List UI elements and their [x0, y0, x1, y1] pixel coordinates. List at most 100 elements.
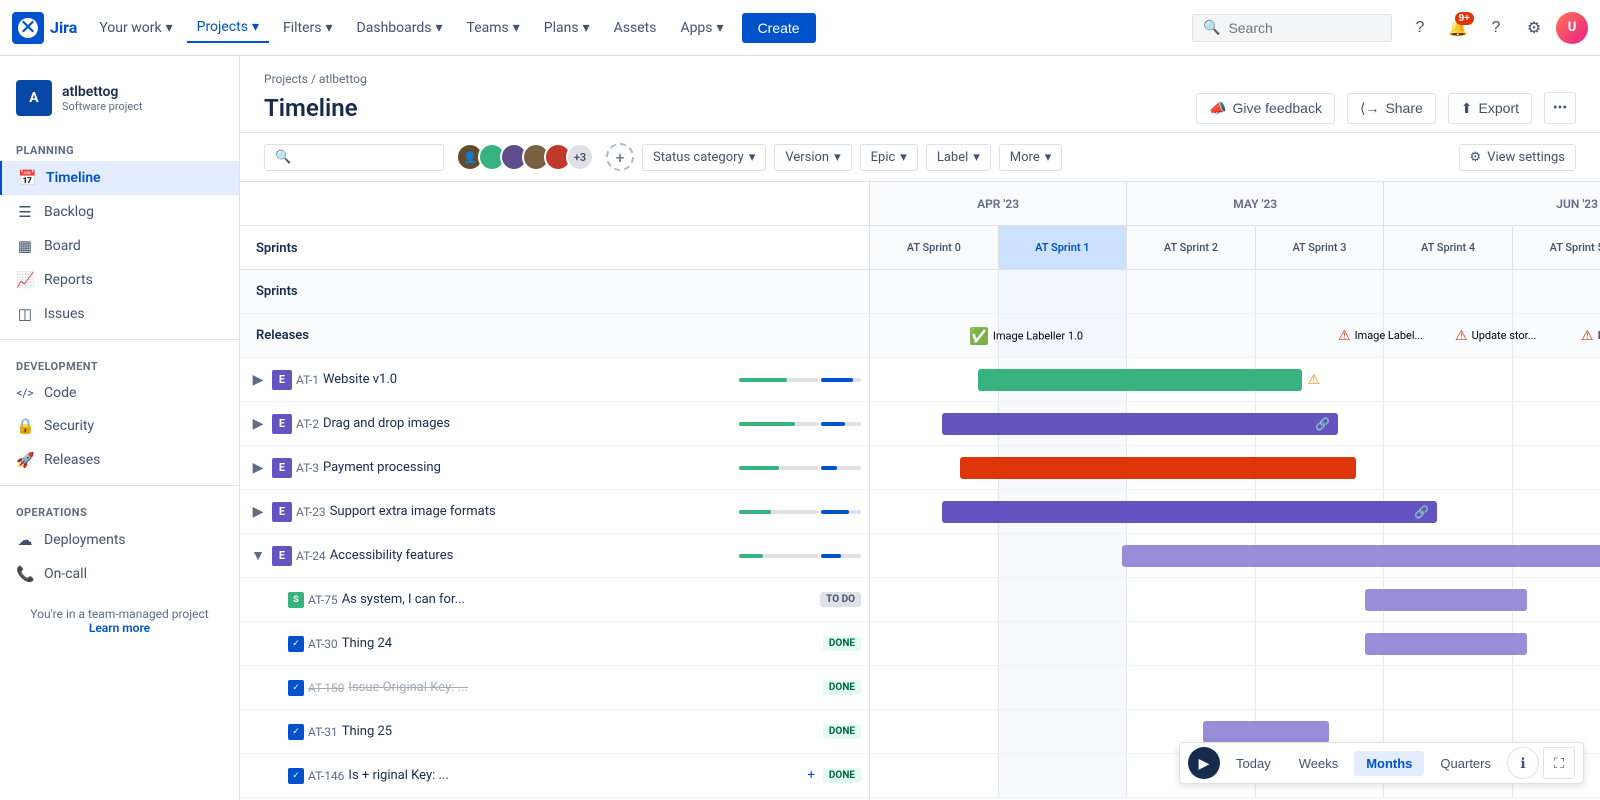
nav-filters[interactable]: Filters ▾	[273, 14, 343, 42]
item-label-at1: Website v1.0	[323, 372, 735, 387]
help-circle-button[interactable]: ?	[1404, 12, 1436, 44]
bar-at1[interactable]: ⚠	[978, 369, 1302, 391]
bar-at30[interactable]	[1365, 633, 1527, 655]
add-member-button[interactable]: +	[606, 143, 634, 171]
release-marker-4[interactable]: ⚠ Image Labeller 3.0	[1581, 328, 1600, 344]
gantt-row-at75	[870, 578, 1600, 622]
user-avatar[interactable]: U	[1556, 12, 1588, 44]
share-button[interactable]: ⟨→ Share	[1347, 93, 1436, 124]
sidebar-item-board[interactable]: ▦ Board	[0, 229, 239, 263]
release-marker-2[interactable]: ⚠ Image Label...	[1338, 328, 1423, 344]
expand-at23[interactable]: ▶	[248, 502, 268, 522]
child-row-at75[interactable]: S AT-75 As system, I can for... TO DO	[240, 578, 869, 622]
feedback-button[interactable]: 📣 Give feedback	[1196, 93, 1335, 124]
deployments-icon: ☁	[16, 531, 34, 549]
learn-more-link[interactable]: Learn more	[89, 621, 150, 635]
expand-at3[interactable]: ▶	[248, 458, 268, 478]
project-header[interactable]: A atlbettog Software project	[0, 72, 239, 132]
sidebar-item-releases[interactable]: 🚀 Releases	[0, 443, 239, 477]
filter-more[interactable]: More ▾	[999, 144, 1062, 171]
release-marker-3[interactable]: ⚠ Update stor...	[1455, 328, 1536, 344]
help-button[interactable]: ?	[1480, 12, 1512, 44]
filter-status-category[interactable]: Status category ▾	[642, 144, 766, 171]
app-layout: A atlbettog Software project PLANNING 📅 …	[0, 56, 1600, 800]
progress-at24	[739, 554, 819, 558]
breadcrumb: Projects / atlbettog	[264, 72, 1576, 86]
toolbar-search-input[interactable]	[297, 150, 417, 165]
header-actions: 📣 Give feedback ⟨→ Share ⬆ Export •••	[1196, 92, 1576, 124]
sidebar-item-backlog[interactable]: ☰ Backlog	[0, 195, 239, 229]
epic-row-at23[interactable]: ▶ E AT-23 Support extra image formats	[240, 490, 869, 534]
nav-assets[interactable]: Assets	[604, 14, 667, 42]
release-marker-1[interactable]: ✅ Image Labeller 1.0	[969, 326, 1083, 345]
more-actions-button[interactable]: •••	[1544, 92, 1576, 124]
notification-button[interactable]: 🔔 9+	[1442, 12, 1474, 44]
weeks-button[interactable]: Weeks	[1287, 751, 1351, 776]
filter-epic[interactable]: Epic ▾	[860, 144, 918, 171]
bar-at31[interactable]	[1203, 721, 1329, 743]
sidebar-item-security[interactable]: 🔒 Security	[0, 409, 239, 443]
sidebar-item-label: Board	[44, 238, 81, 254]
create-button[interactable]: Create	[742, 13, 816, 43]
search-input[interactable]	[1228, 20, 1368, 36]
child-row-at146[interactable]: ✓ AT-146 Is + riginal Key: ... + DONE	[240, 754, 869, 798]
quarters-button[interactable]: Quarters	[1428, 751, 1503, 776]
bar-at23[interactable]: 🔗	[942, 501, 1437, 523]
today-button[interactable]: Today	[1224, 751, 1283, 776]
sidebar-item-timeline[interactable]: 📅 Timeline	[0, 161, 239, 195]
bar-at3[interactable]	[960, 457, 1356, 479]
expand-at2[interactable]: ▶	[248, 414, 268, 434]
gantt-row-at23: 🔗	[870, 490, 1600, 534]
sidebar-item-reports[interactable]: 📈 Reports	[0, 263, 239, 297]
bar-at75[interactable]	[1365, 589, 1527, 611]
search-box[interactable]: 🔍	[1192, 14, 1392, 42]
child-row-at150[interactable]: ✓ AT-150 Issue Original Key: ... DONE	[240, 666, 869, 710]
app-logo[interactable]: Jira	[12, 12, 77, 44]
info-button[interactable]: ℹ	[1507, 747, 1539, 779]
left-header: Sprints	[240, 182, 869, 270]
breadcrumb-projects[interactable]: Projects	[264, 72, 308, 86]
nav-projects[interactable]: Projects ▾	[187, 13, 269, 43]
filter-label[interactable]: Label ▾	[926, 144, 991, 171]
export-button[interactable]: ⬆ Export	[1448, 93, 1532, 124]
avatar-count[interactable]: +3	[566, 143, 594, 171]
megaphone-icon: 📣	[1209, 100, 1226, 117]
expand-at1[interactable]: ▶	[248, 370, 268, 390]
nav-apps[interactable]: Apps ▾	[670, 14, 733, 42]
expand-at24[interactable]: ▼	[248, 546, 268, 566]
view-settings-button[interactable]: ⚙ View settings	[1459, 144, 1576, 171]
epic-row-at3[interactable]: ▶ E AT-3 Payment processing	[240, 446, 869, 490]
bar-at24[interactable]	[1122, 545, 1600, 567]
project-info: atlbettog Software project	[62, 84, 143, 113]
bar-at2[interactable]: 🔗	[942, 413, 1338, 435]
toolbar-search-box[interactable]: 🔍	[264, 144, 444, 171]
release-success-icon: ✅	[969, 326, 989, 345]
sidebar-item-code[interactable]: </> Code	[0, 377, 239, 409]
settings-button[interactable]: ⚙	[1518, 12, 1550, 44]
release-label-2: Image Label...	[1355, 329, 1424, 342]
nav-plans[interactable]: Plans ▾	[534, 14, 600, 42]
child-row-at31[interactable]: ✓ AT-31 Thing 25 DONE	[240, 710, 869, 754]
filter-version[interactable]: Version ▾	[774, 144, 851, 171]
nav-dashboards[interactable]: Dashboards ▾	[347, 14, 453, 42]
months-button[interactable]: Months	[1354, 751, 1424, 776]
epic-row-at24[interactable]: ▼ E AT-24 Accessibility features	[240, 534, 869, 578]
gantt-row-at3	[870, 446, 1600, 490]
sidebar-item-oncall[interactable]: 📞 On-call	[0, 557, 239, 591]
fullscreen-button[interactable]: ⛶	[1543, 747, 1575, 779]
notification-badge: 9+	[1455, 12, 1474, 25]
child-row-at30[interactable]: ✓ AT-30 Thing 24 DONE	[240, 622, 869, 666]
breadcrumb-project[interactable]: atlbettog	[319, 72, 367, 86]
prev-button[interactable]: ▶	[1188, 747, 1220, 779]
sidebar-item-issues[interactable]: ◫ Issues	[0, 297, 239, 331]
sidebar-item-deployments[interactable]: ☁ Deployments	[0, 523, 239, 557]
sprint-3: AT Sprint 3	[1256, 226, 1385, 269]
nav-teams[interactable]: Teams ▾	[457, 14, 530, 42]
sidebar-item-label: Security	[44, 418, 94, 434]
nav-your-work[interactable]: Your work ▾	[89, 14, 182, 42]
epic-row-at1[interactable]: ▶ E AT-1 Website v1.0	[240, 358, 869, 402]
progress-at2	[739, 422, 819, 426]
epic-row-at2[interactable]: ▶ E AT-2 Drag and drop images	[240, 402, 869, 446]
search-icon: 🔍	[275, 150, 291, 165]
story-icon-at75: S	[288, 592, 304, 608]
